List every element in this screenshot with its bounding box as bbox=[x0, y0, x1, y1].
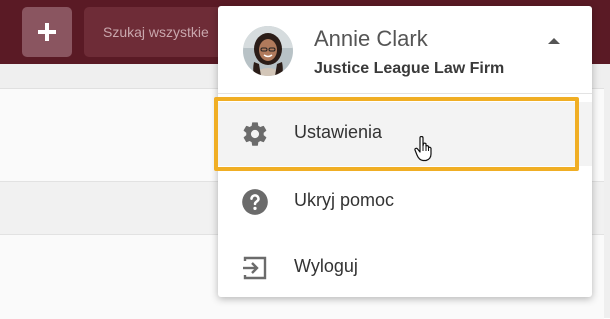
user-name: Annie Clark bbox=[314, 26, 428, 51]
menu-item-logout[interactable]: Wyloguj bbox=[218, 236, 592, 300]
menu-item-label: Ukryj pomoc bbox=[294, 190, 395, 210]
user-firm: Justice League Law Firm bbox=[314, 60, 505, 77]
settings-highlight-frame bbox=[214, 97, 579, 171]
hand-pointer-icon bbox=[414, 136, 432, 162]
add-button[interactable] bbox=[22, 7, 72, 57]
menu-item-label: Wyloguj bbox=[294, 256, 358, 276]
menu-item-hide-help[interactable]: Ukryj pomoc bbox=[218, 170, 592, 234]
user-menu-header[interactable]: Annie Clark Justice League Law Firm bbox=[218, 6, 592, 92]
avatar bbox=[243, 26, 293, 76]
menu-divider bbox=[218, 93, 592, 94]
help-circle-icon bbox=[242, 189, 268, 215]
plus-icon bbox=[38, 23, 56, 41]
logout-icon bbox=[243, 256, 267, 280]
chevron-up-icon[interactable] bbox=[548, 38, 560, 44]
